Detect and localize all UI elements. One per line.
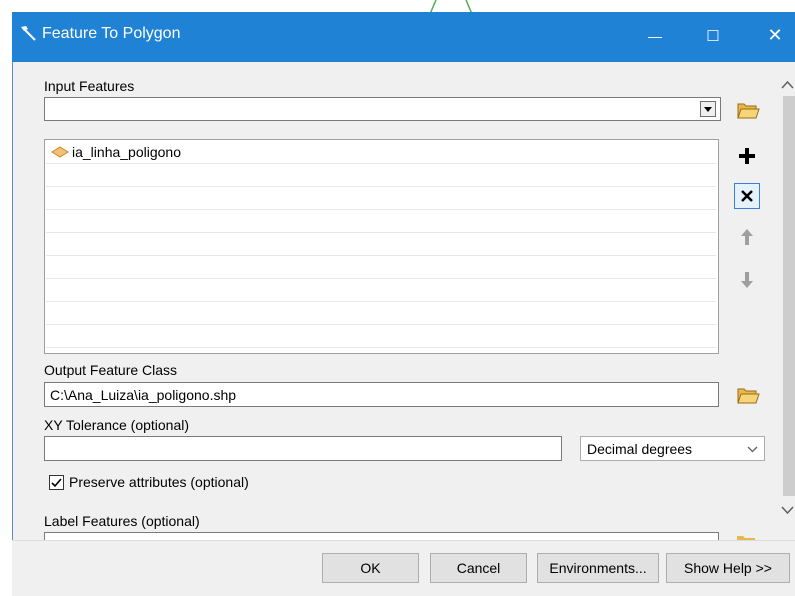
show-help-button[interactable]: Show Help >> — [666, 553, 790, 583]
cancel-button[interactable]: Cancel — [430, 553, 527, 583]
plus-icon — [739, 148, 755, 164]
arrow-down-icon — [741, 272, 753, 288]
list-item-label: ia_linha_poligono — [72, 144, 181, 160]
maximize-button[interactable]: ☐ — [693, 18, 733, 52]
checkmark-icon — [51, 478, 62, 488]
list-row-empty — [46, 279, 716, 302]
chevron-down-icon — [704, 107, 712, 112]
preserve-attributes-label: Preserve attributes (optional) — [69, 474, 249, 490]
list-row-empty — [46, 233, 716, 256]
folder-open-icon — [737, 103, 760, 119]
xy-tolerance-label: XY Tolerance (optional) — [44, 417, 190, 433]
label-features-label: Label Features (optional) — [44, 513, 200, 529]
browse-input-button[interactable] — [735, 97, 761, 123]
minimize-icon: — — [648, 28, 662, 44]
remove-row-button[interactable] — [734, 183, 760, 209]
dropdown-arrow-button[interactable] — [700, 101, 716, 117]
output-feature-class-label: Output Feature Class — [44, 362, 178, 378]
hammer-icon — [21, 26, 36, 41]
output-feature-class-value: C:\Ana_Luiza\ia_poligono.shp — [50, 387, 237, 403]
list-row-empty — [46, 187, 716, 210]
close-icon: ✕ — [767, 25, 783, 45]
output-feature-class-input[interactable]: C:\Ana_Luiza\ia_poligono.shp — [44, 382, 719, 407]
list-row-empty — [46, 302, 716, 325]
add-row-button[interactable] — [734, 143, 760, 169]
input-features-list[interactable]: ia_linha_poligono — [44, 139, 719, 354]
scroll-down-icon[interactable] — [781, 505, 794, 515]
delete-icon — [741, 190, 753, 202]
close-button[interactable]: ✕ — [755, 18, 795, 52]
xy-tolerance-units-value: Decimal degrees — [587, 441, 693, 457]
list-row-empty — [46, 256, 716, 279]
list-row-empty — [46, 325, 716, 348]
list-item[interactable]: ia_linha_poligono — [46, 141, 716, 164]
move-down-button[interactable] — [734, 267, 760, 293]
list-row-empty — [46, 210, 716, 233]
window-title: Feature To Polygon — [42, 25, 181, 42]
xy-tolerance-units-select[interactable]: Decimal degrees — [580, 436, 765, 461]
scrollbar-thumb[interactable] — [783, 96, 795, 496]
input-features-dropdown[interactable] — [44, 97, 721, 121]
maximize-icon: ☐ — [706, 28, 720, 45]
move-up-button[interactable] — [734, 224, 760, 250]
xy-tolerance-input[interactable] — [44, 436, 562, 461]
ok-button[interactable]: OK — [322, 553, 419, 583]
minimize-button[interactable]: — — [635, 18, 675, 52]
list-row-empty — [46, 164, 716, 187]
desktop-background — [0, 0, 795, 12]
preserve-attributes-checkbox[interactable] — [49, 475, 64, 490]
arrow-up-icon — [741, 229, 753, 245]
scroll-up-icon[interactable] — [781, 80, 794, 90]
chevron-down-icon — [747, 446, 758, 453]
environments-button[interactable]: Environments... — [537, 553, 659, 583]
browse-output-button[interactable] — [735, 382, 761, 408]
input-features-label: Input Features — [44, 78, 135, 94]
polyline-layer-icon — [51, 146, 69, 158]
folder-open-icon — [737, 388, 760, 404]
